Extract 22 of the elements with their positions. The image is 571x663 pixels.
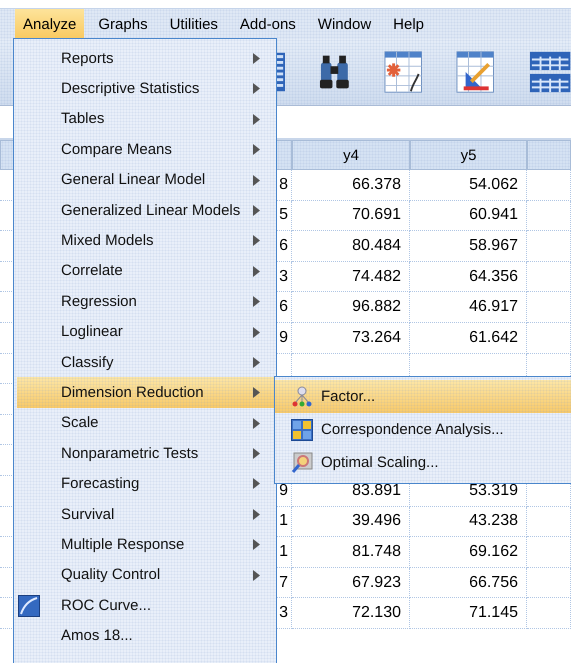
column-header: y4 xyxy=(292,140,410,170)
table-cell: 74.482 xyxy=(292,262,410,292)
table-cell: 96.882 xyxy=(292,292,410,323)
table-cell: 60.941 xyxy=(410,200,527,232)
table-cell: 72.130 xyxy=(292,598,410,629)
table-cell: 70.691 xyxy=(292,200,410,232)
table-cell: 43.238 xyxy=(410,506,527,538)
table-cell: 61.642 xyxy=(410,322,527,354)
table-cell: 73.264 xyxy=(292,322,410,354)
table-cell: 67.923 xyxy=(292,568,410,598)
table-cell: 81.748 xyxy=(292,537,410,568)
table-cell: 58.967 xyxy=(410,231,527,262)
table-cell: 64.356 xyxy=(410,262,527,292)
table-cell: 39.496 xyxy=(292,506,410,538)
table-cell: 66.378 xyxy=(292,170,410,201)
table-cell: 66.756 xyxy=(410,568,527,598)
table-cell: 54.062 xyxy=(410,170,527,201)
table-cell: 46.917 xyxy=(410,292,527,323)
table-cell: 69.162 xyxy=(410,537,527,568)
column-header: y5 xyxy=(410,140,527,170)
table-cell: 71.145 xyxy=(410,598,527,629)
table-cell: 80.484 xyxy=(292,231,410,262)
